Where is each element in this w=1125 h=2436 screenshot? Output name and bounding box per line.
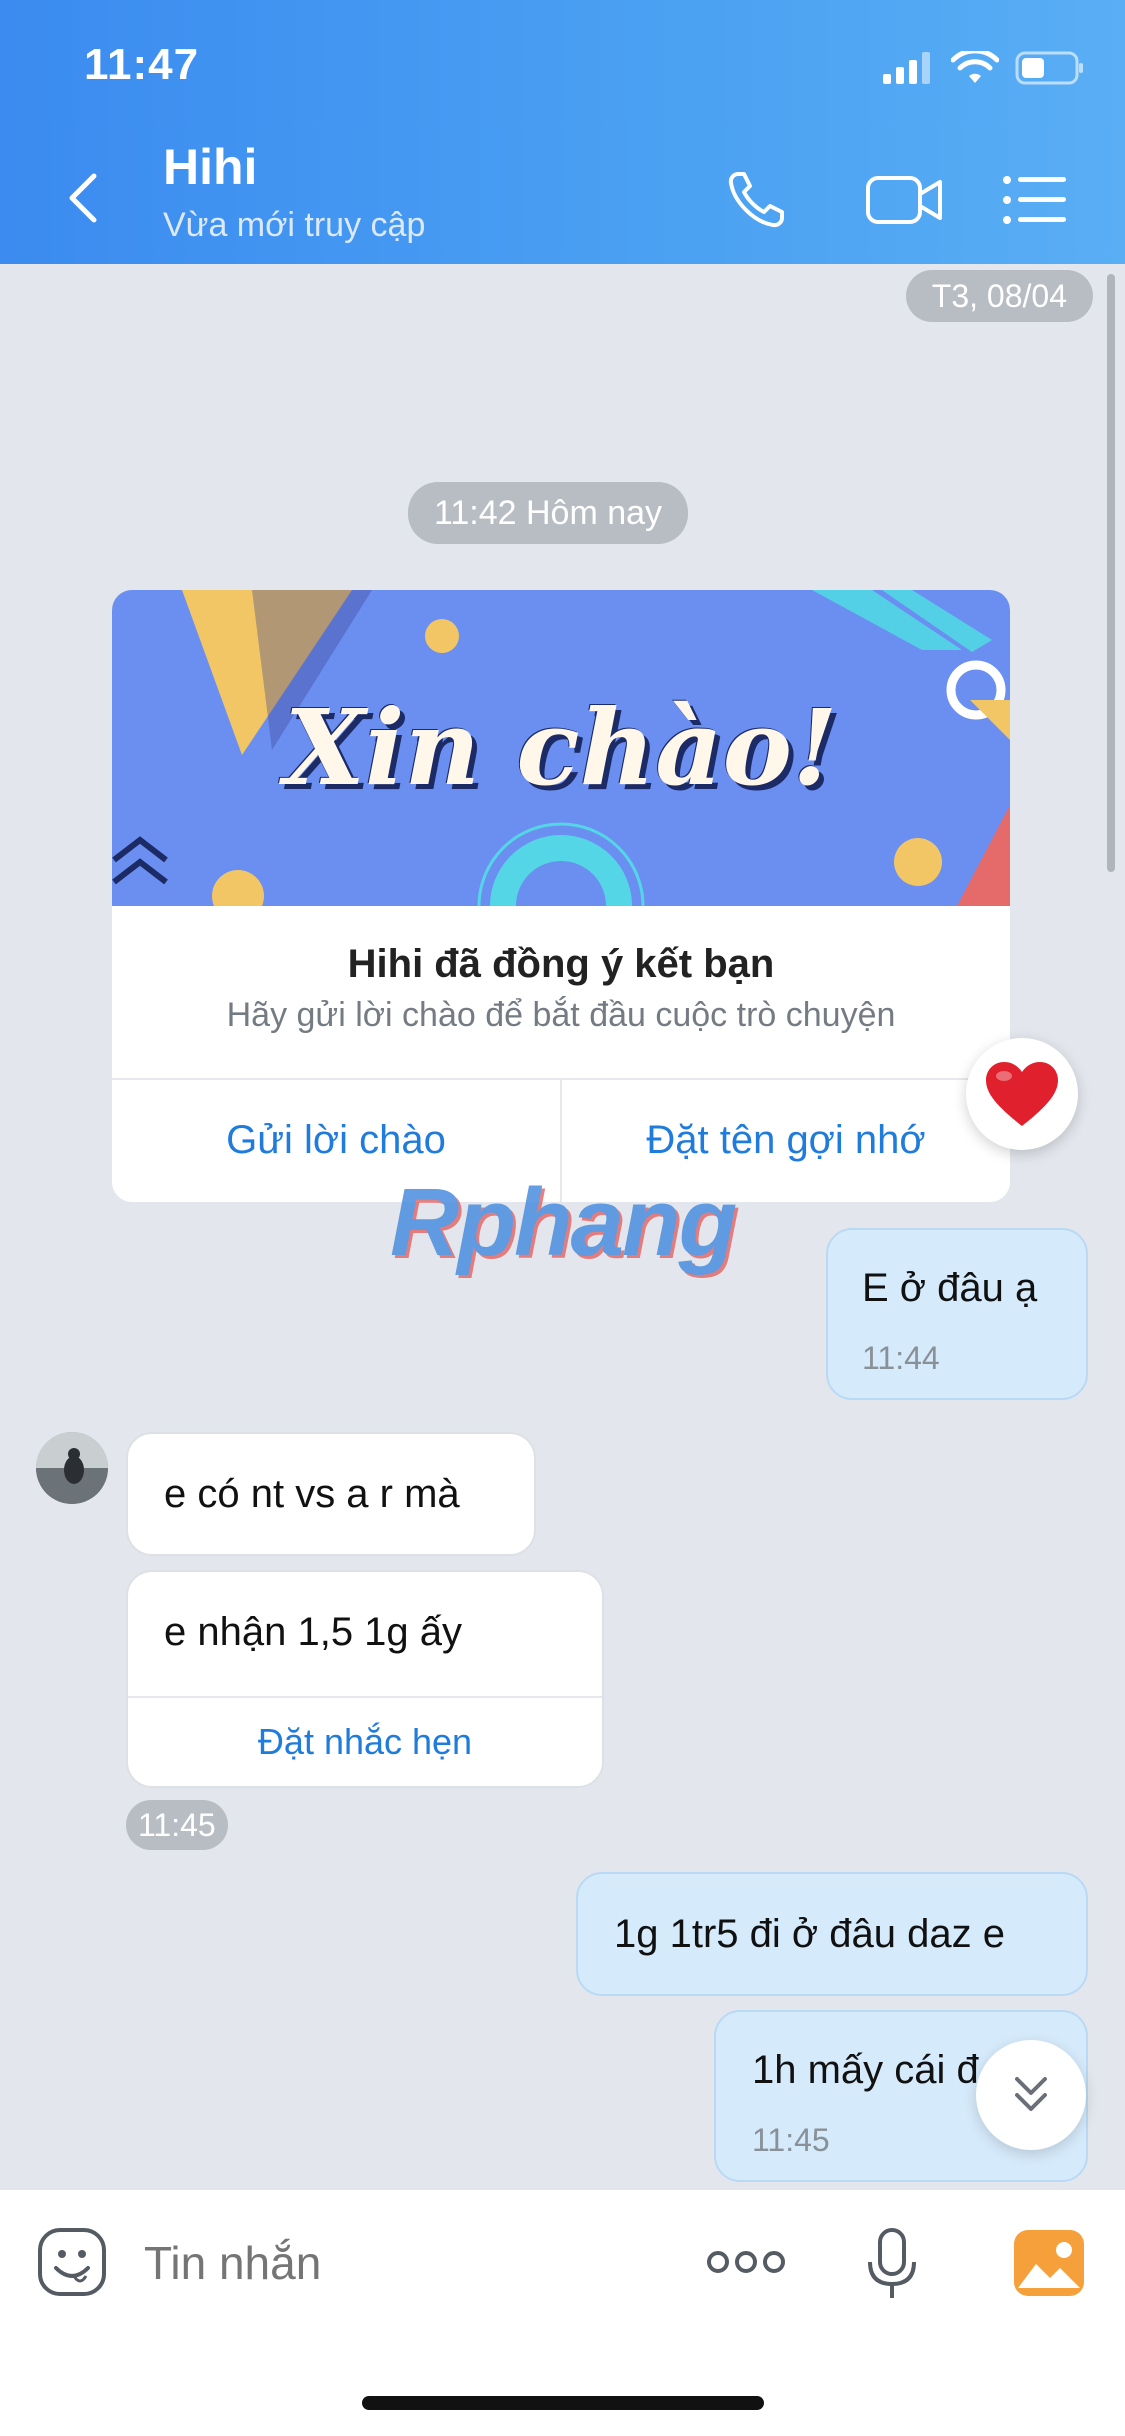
message-time: 11:45 [752,2122,830,2158]
contact-name[interactable]: Hihi [163,138,257,196]
friend-accepted-card: Xin chào! Hihi đã đồng ý kết bạn Hãy gửi… [112,590,1010,1202]
photo-picker-button[interactable] [1012,2228,1086,2298]
image-gallery-icon [1014,2230,1084,2296]
greeting-banner: Xin chào! [112,590,1010,906]
date-badge: T3, 08/04 [905,270,1093,322]
video-camera-icon [866,176,942,224]
battery-icon [1015,51,1083,85]
back-icon[interactable] [56,168,116,228]
double-chevron-down-icon [1015,2077,1047,2111]
chat-header: 11:47 Hihi Vừa mới truy cập [0,0,1125,264]
message-text: E ở đâu ạ [862,1266,1038,1310]
card-subtitle: Hãy gửi lời chào để bắt đầu cuộc trò chu… [226,996,896,1034]
video-call-button[interactable] [855,160,955,240]
emoji-face-icon [38,2228,106,2296]
message-bubble-outgoing[interactable]: 1g 1tr5 đi ở đâu daz e [576,1872,1088,1996]
scroll-to-bottom-button[interactable] [976,2040,1086,2150]
avatar[interactable] [36,1432,108,1504]
message-bubble-incoming[interactable]: e nhận 1,5 1g ấy Đặt nhắc hẹn [126,1570,604,1788]
card-title: Hihi đã đồng ý kết bạn [347,942,775,986]
wifi-icon [951,51,999,83]
message-text: 1h mấy cái đ [752,2048,979,2092]
microphone-icon [868,2228,916,2298]
message-text: e có nt vs a r mà [164,1472,460,1516]
message-bubble-incoming[interactable]: e có nt vs a r mà [126,1432,536,1556]
message-text: 1g 1tr5 đi ở đâu daz e [614,1912,1005,1956]
message-input[interactable] [142,2230,666,2296]
voice-call-button[interactable] [716,160,796,240]
more-dots-icon [707,2251,785,2273]
reaction-button[interactable] [966,1038,1078,1150]
more-options-button[interactable] [706,2240,786,2284]
home-indicator[interactable] [362,2396,764,2410]
avatar-photo [36,1432,108,1504]
banner-greeting-text: Xin chào! [284,686,838,809]
message-text: e nhận 1,5 1g ấy [164,1610,463,1654]
heart-icon [986,1062,1058,1126]
menu-button[interactable] [995,160,1075,240]
list-menu-icon [1003,176,1066,224]
message-time-badge: 11:45 [126,1800,228,1850]
cellular-signal-icon [883,52,930,84]
contact-status: Vừa mới truy cập [163,206,426,244]
status-time: 11:47 [84,40,200,89]
message-time: 11:44 [862,1340,940,1376]
date-separator: 11:42 Hôm nay [408,482,689,544]
voice-message-button[interactable] [864,2226,920,2302]
scrollbar[interactable] [1107,274,1115,872]
message-bubble-outgoing[interactable]: E ở đâu ạ 11:44 [826,1228,1088,1400]
set-reminder-button[interactable]: Đặt nhắc hẹn [128,1698,602,1786]
watermark-logo: Rphang [390,1169,737,1276]
phone-icon [728,172,784,228]
sticker-button[interactable] [36,2226,108,2298]
status-icons [883,48,1085,88]
